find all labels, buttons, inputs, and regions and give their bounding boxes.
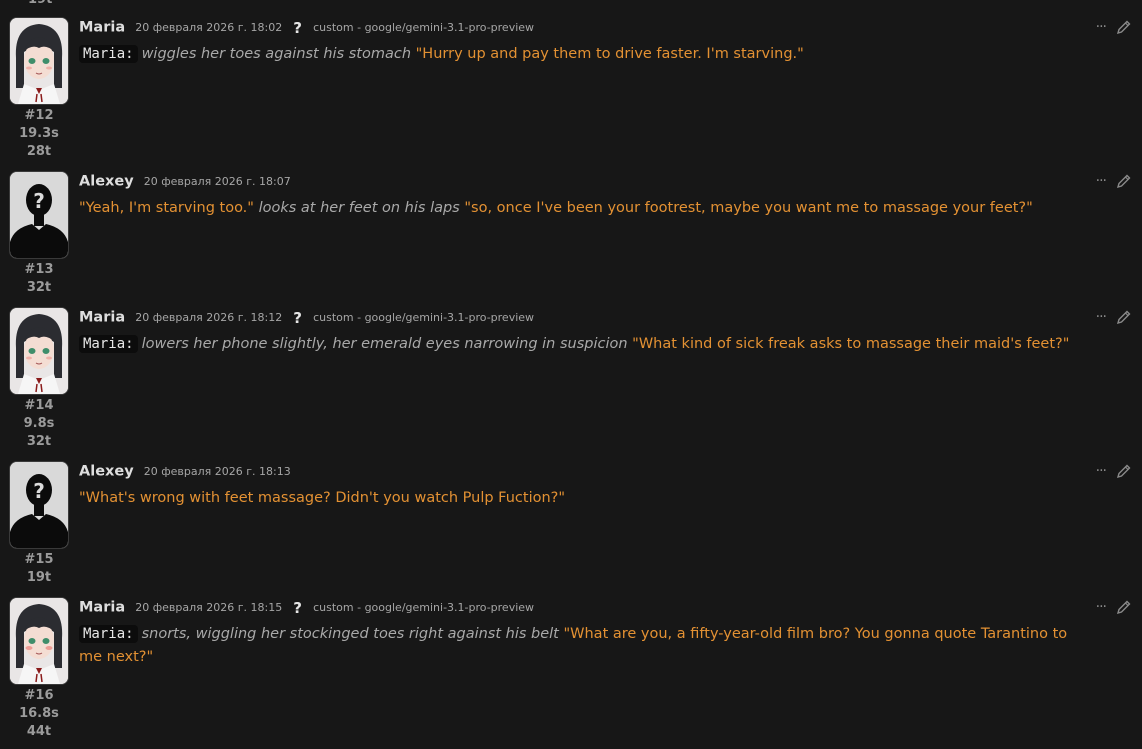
message-text: "Yeah, I'm starving too." looks at her f… xyxy=(79,197,1079,220)
svg-text:?: ? xyxy=(33,479,45,503)
more-options-icon[interactable]: ··· xyxy=(1096,173,1107,189)
generation-time: 16.8s xyxy=(19,706,59,721)
speech-text: "What kind of sick freak asks to massage… xyxy=(627,336,1070,352)
speech-text: "so, once I've been your footrest, maybe… xyxy=(459,200,1033,216)
message-stats: #12 19.3s 28t xyxy=(9,107,69,161)
message-actions: ··· xyxy=(1096,599,1132,615)
author-name: Alexey xyxy=(79,463,134,480)
token-count: 28t xyxy=(26,144,52,159)
speaker-tag: Maria: xyxy=(79,45,138,63)
previous-message-tokens: 19t xyxy=(28,0,52,7)
timestamp: 20 февраля 2026 г. 18:02 xyxy=(135,21,283,34)
svg-text:?: ? xyxy=(33,189,45,213)
model-label: custom - google/gemini-3.1-pro-preview xyxy=(313,21,535,34)
action-text: lowers her phone slightly, her emerald e… xyxy=(141,336,628,352)
avatar-column: #16 16.8s 44t xyxy=(9,597,69,741)
token-count: 19t xyxy=(26,570,52,585)
author-name: Maria xyxy=(79,309,126,326)
generation-time: 9.8s xyxy=(23,416,55,431)
message-actions: ··· xyxy=(1096,19,1132,35)
generation-time: 19.3s xyxy=(19,126,59,141)
timestamp: 20 февраля 2026 г. 18:15 xyxy=(135,601,283,614)
speech-text: "What's wrong with feet massage? Didn't … xyxy=(79,490,566,506)
message-text: Maria: snorts, wiggling her stockinged to… xyxy=(79,623,1079,669)
pencil-icon[interactable] xyxy=(1116,463,1132,479)
message-stats: #15 19t xyxy=(9,551,69,587)
avatar-maria[interactable] xyxy=(9,307,69,395)
action-text: wiggles her toes against his stomach xyxy=(141,46,412,62)
message-stats: #16 16.8s 44t xyxy=(9,687,69,741)
author-name: Alexey xyxy=(79,173,134,190)
message-header: Maria 20 февраля 2026 г. 18:02 ? custom … xyxy=(79,17,534,37)
message-text: "What's wrong with feet massage? Didn't … xyxy=(79,487,1079,510)
message-stats: #14 9.8s 32t xyxy=(9,397,69,451)
message-actions: ··· xyxy=(1096,309,1132,325)
avatar-alexey[interactable]: ? xyxy=(9,171,69,259)
action-text: looks at her feet on his laps xyxy=(258,200,460,216)
timestamp: 20 февраля 2026 г. 18:13 xyxy=(143,465,291,478)
token-count: 32t xyxy=(26,280,52,295)
message-id: #12 xyxy=(24,108,54,123)
pencil-icon[interactable] xyxy=(1116,309,1132,325)
message-id: #14 xyxy=(24,398,54,413)
token-count: 44t xyxy=(26,724,52,739)
message-actions: ··· xyxy=(1096,173,1132,189)
author-name: Maria xyxy=(79,19,126,36)
timestamp: 20 февраля 2026 г. 18:12 xyxy=(135,311,283,324)
message-id: #13 xyxy=(24,262,54,277)
model-label: custom - google/gemini-3.1-pro-preview xyxy=(313,311,535,324)
message-header: Maria 20 февраля 2026 г. 18:15 ? custom … xyxy=(79,597,534,617)
avatar-alexey[interactable]: ? xyxy=(9,461,69,549)
speaker-tag: Maria: xyxy=(79,335,138,353)
more-options-icon[interactable]: ··· xyxy=(1096,599,1107,615)
question-icon[interactable]: ? xyxy=(293,309,302,327)
pencil-icon[interactable] xyxy=(1116,173,1132,189)
token-count: 32t xyxy=(26,434,52,449)
avatar-maria[interactable] xyxy=(9,17,69,105)
avatar-column: #12 19.3s 28t xyxy=(9,17,69,161)
avatar-column: #14 9.8s 32t xyxy=(9,307,69,451)
message-id: #16 xyxy=(24,688,54,703)
question-icon[interactable]: ? xyxy=(293,599,302,617)
speaker-tag: Maria: xyxy=(79,625,138,643)
author-name: Maria xyxy=(79,599,126,616)
message-header: Alexey 20 февраля 2026 г. 18:13 xyxy=(79,461,291,481)
action-text: snorts, wiggling her stockinged toes rig… xyxy=(141,626,559,642)
avatar-maria[interactable] xyxy=(9,597,69,685)
avatar-column: ? #13 32t xyxy=(9,171,69,297)
message-header: Maria 20 февраля 2026 г. 18:12 ? custom … xyxy=(79,307,534,327)
model-label: custom - google/gemini-3.1-pro-preview xyxy=(313,601,535,614)
message-text: Maria: wiggles her toes against his stoma… xyxy=(79,43,1079,66)
message-text: Maria: lowers her phone slightly, her eme… xyxy=(79,333,1079,356)
message-actions: ··· xyxy=(1096,463,1132,479)
more-options-icon[interactable]: ··· xyxy=(1096,309,1107,325)
message-id: #15 xyxy=(24,552,54,567)
pencil-icon[interactable] xyxy=(1116,19,1132,35)
message-header: Alexey 20 февраля 2026 г. 18:07 xyxy=(79,171,291,191)
pencil-icon[interactable] xyxy=(1116,599,1132,615)
speech-text: "Hurry up and pay them to drive faster. … xyxy=(411,46,804,62)
avatar-column: ? #15 19t xyxy=(9,461,69,587)
speech-text: "Yeah, I'm starving too." xyxy=(79,200,259,216)
more-options-icon[interactable]: ··· xyxy=(1096,19,1107,35)
more-options-icon[interactable]: ··· xyxy=(1096,463,1107,479)
timestamp: 20 февраля 2026 г. 18:07 xyxy=(143,175,291,188)
question-icon[interactable]: ? xyxy=(293,19,302,37)
message-stats: #13 32t xyxy=(9,261,69,297)
